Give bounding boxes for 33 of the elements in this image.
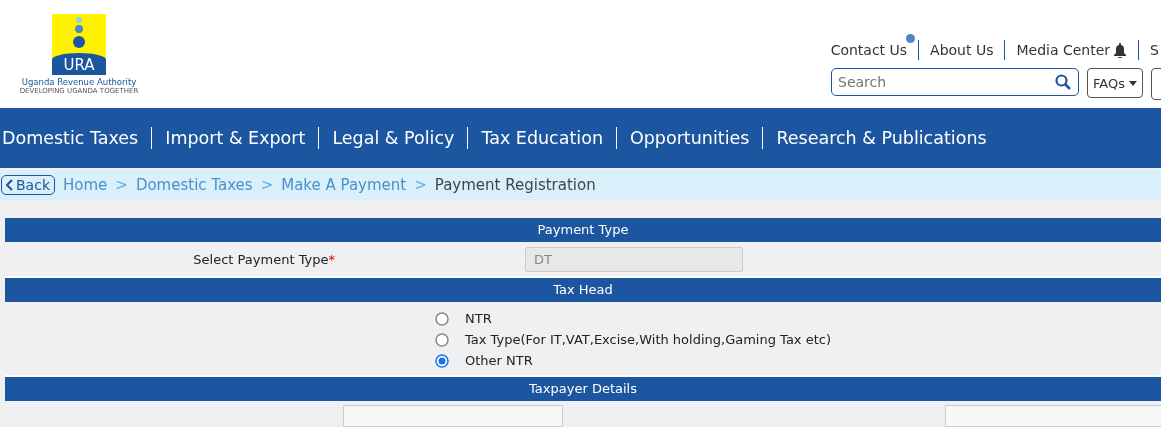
radio-button[interactable] <box>435 311 449 326</box>
breadcrumb-separator: > <box>115 176 128 194</box>
nav-item[interactable]: Domestic Taxes <box>0 127 152 149</box>
radio-label: NTR <box>465 311 492 326</box>
nav-item[interactable]: Opportunities <box>615 127 763 149</box>
chevron-icon <box>6 179 14 191</box>
caret-icon <box>1129 80 1137 86</box>
nav-item[interactable]: Research & Publications <box>762 127 1000 149</box>
search-icon[interactable] <box>1055 74 1072 90</box>
logo-name: Uganda Revenue Authority <box>21 77 137 87</box>
logo-emblem: URA <box>52 14 106 75</box>
nav-item[interactable]: Legal & Policy <box>318 127 468 149</box>
top-link[interactable]: Media Center <box>1004 40 1139 60</box>
top-link[interactable]: Contact Us <box>819 40 919 60</box>
back-button[interactable]: Back <box>1 175 55 195</box>
field-label: Select Payment Type* <box>192 251 335 267</box>
radio-button[interactable] <box>435 353 449 368</box>
breadcrumb-separator: > <box>260 176 274 194</box>
top-link[interactable]: S <box>1138 40 1161 60</box>
section-header: Tax Head <box>5 278 1161 302</box>
section-header: Taxpayer Details <box>5 377 1161 401</box>
faqs-dropdown[interactable]: FAQs <box>1087 68 1143 98</box>
radio-button[interactable] <box>435 332 449 347</box>
nav-item[interactable]: Import & Export <box>151 127 319 149</box>
radio-label: Tax Type(For IT,VAT,Excise,With holding,Gaming Tax etc) <box>465 332 831 347</box>
input-field[interactable] <box>343 405 563 427</box>
input-field[interactable] <box>945 405 1161 427</box>
radio-label: Other NTR <box>465 353 533 368</box>
section-header: Payment Type <box>5 218 1161 242</box>
top-link[interactable]: About Us <box>918 40 1005 60</box>
nav-item[interactable]: Tax Education <box>467 127 616 149</box>
breadcrumb-separator: > <box>414 176 427 194</box>
search-field[interactable]: Search <box>831 68 1080 96</box>
